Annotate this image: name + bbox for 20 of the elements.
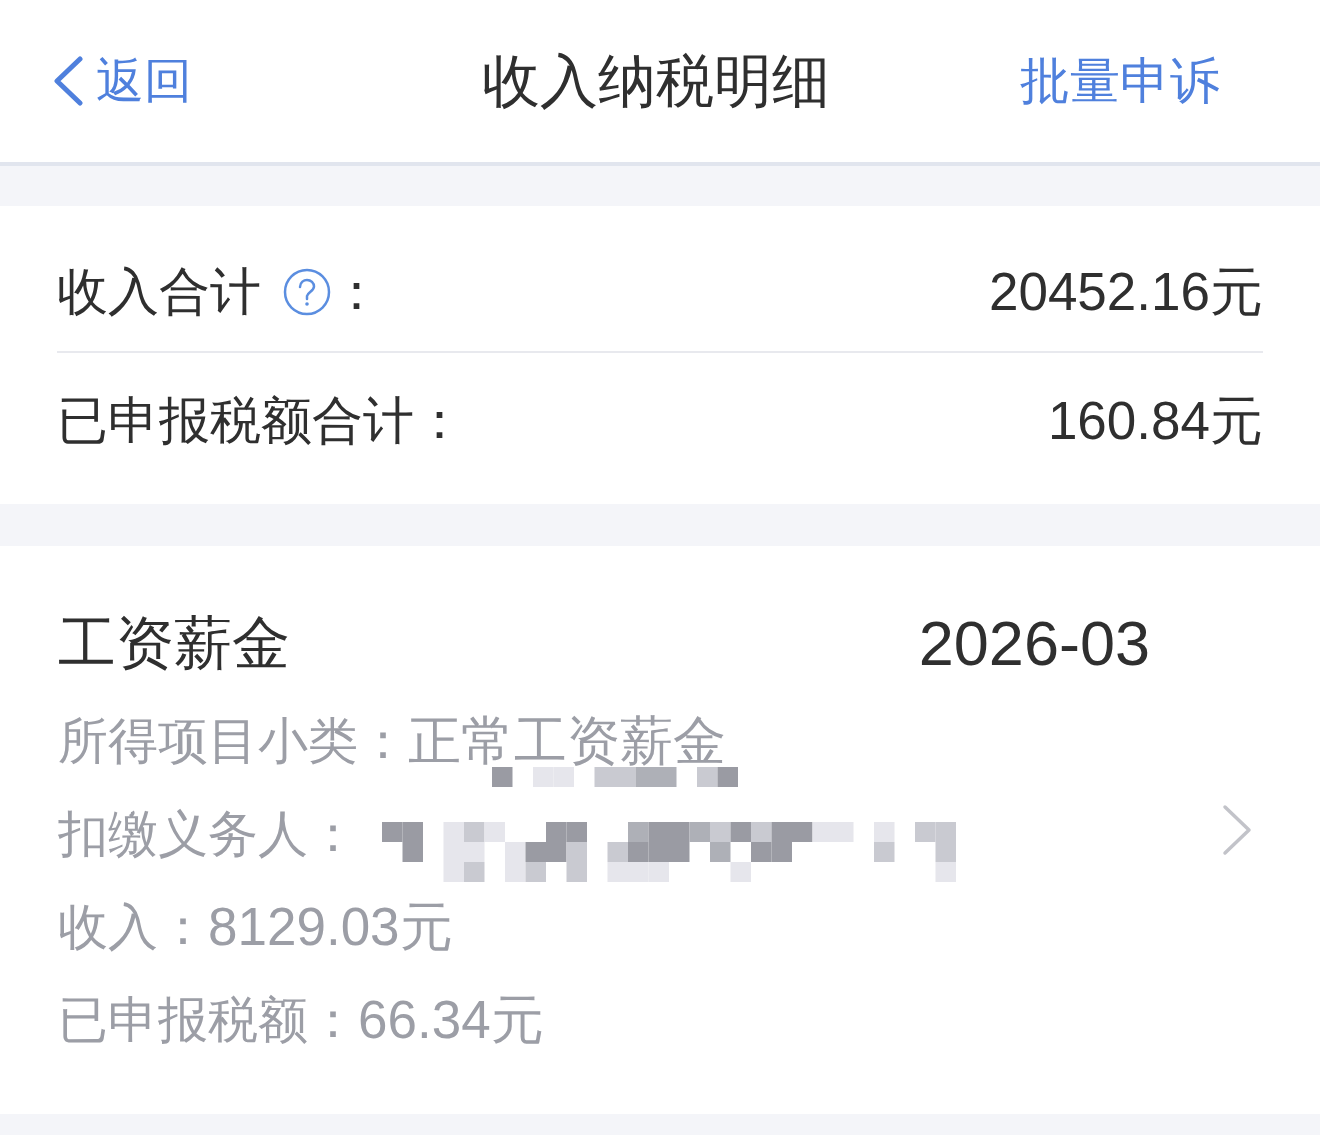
appeal-button[interactable]: 批量申诉 bbox=[1020, 56, 1220, 106]
field-label: 收入： bbox=[58, 901, 208, 952]
chevron-right-icon bbox=[1222, 804, 1252, 856]
income-record-card[interactable]: 工资薪金 2026-03 所得项目小类：正常工资薪金 扣缴义务人： 收入：8129.03元 已申报税额：66.34元 bbox=[0, 546, 1320, 1114]
summary-label: 收入合计 bbox=[57, 266, 261, 317]
colon-text: ： bbox=[331, 266, 382, 317]
page-title: 收入纳税明细 bbox=[482, 52, 830, 110]
field-label: 扣缴义务人： bbox=[58, 808, 358, 859]
record-period: 2026-03 bbox=[918, 611, 1150, 675]
field-value: 66.34元 bbox=[358, 993, 544, 1046]
field-label: 所得项目小类： bbox=[58, 715, 408, 766]
field-label: 已申报税额： bbox=[58, 994, 358, 1045]
summary-value: 20452.16元 bbox=[988, 265, 1263, 318]
record-title: 工资薪金 bbox=[58, 614, 290, 672]
help-icon[interactable] bbox=[283, 267, 331, 316]
chevron-left-icon bbox=[52, 56, 84, 106]
summary-value: 160.84元 bbox=[1047, 394, 1263, 447]
back-button[interactable]: 返回 bbox=[52, 56, 192, 106]
field-value: 8129.03元 bbox=[208, 900, 453, 953]
summary-label: 已申报税额合计： bbox=[57, 395, 465, 446]
